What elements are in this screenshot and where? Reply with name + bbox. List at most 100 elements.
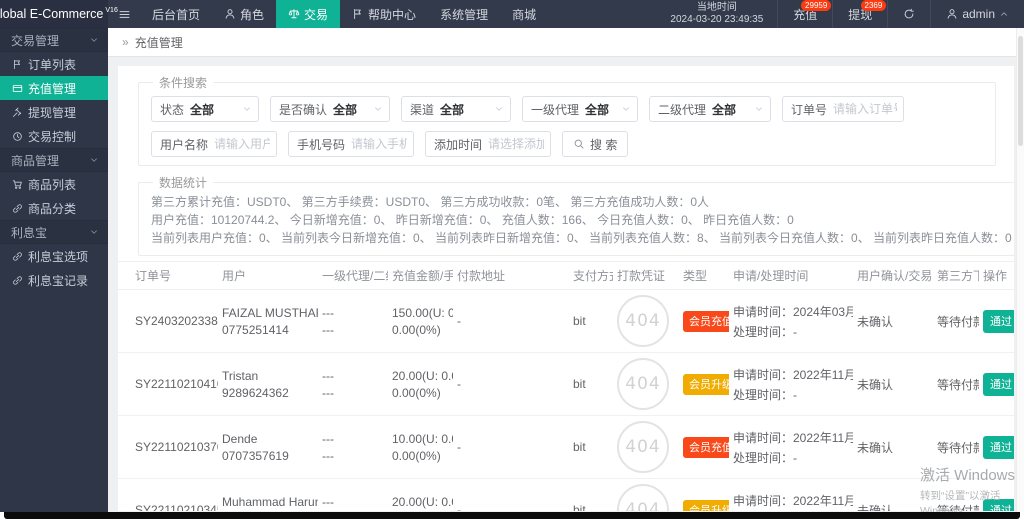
agent-level1: ---	[322, 495, 384, 509]
user-name: Muhammad Haruna haruna	[222, 495, 314, 509]
payment-proof-404-image[interactable]: 404	[617, 295, 669, 347]
username-input[interactable]	[214, 137, 276, 151]
filter-select-value: 全部	[190, 101, 238, 118]
recharge-amount: 10.00(U: 0.00)	[392, 432, 449, 446]
username-field[interactable]: 用户名称	[151, 131, 277, 157]
sidebar-group-label: 交易管理	[11, 32, 59, 49]
type-badge: 会员升级	[683, 374, 729, 395]
sidebar-group-header[interactable]: 交易管理	[0, 28, 108, 52]
apply-time: 申请时间：2022年11月02日 10:34:52	[733, 492, 849, 509]
filter-select[interactable]: 二级代理 全部	[649, 96, 771, 122]
approve-button[interactable]: 通过	[983, 499, 1014, 512]
search-button[interactable]: 搜 索	[562, 131, 628, 157]
column-header: 打款凭证	[613, 262, 679, 290]
flag-icon	[352, 8, 364, 20]
sidebar-group-header[interactable]: 利息宝	[0, 220, 108, 244]
withdraw-notify[interactable]: 提现 2369	[832, 0, 887, 28]
chevron-down-icon	[494, 104, 504, 114]
payment-proof-404-image[interactable]: 404	[617, 358, 669, 410]
agent-level1: ---	[322, 306, 384, 320]
recharge-notify[interactable]: 充值 29959	[777, 0, 832, 28]
stats-line-2: 用户充值：10120744.2、 今日新增充值：0、 昨日新增充值：0、 充值人…	[151, 211, 1012, 229]
sidebar-item[interactable]: 充值管理	[0, 76, 108, 100]
payment-address: -	[457, 503, 461, 511]
filter-select-label: 二级代理	[650, 101, 712, 118]
scrollbar[interactable]	[1016, 28, 1024, 512]
header-nav-item[interactable]: 交易	[276, 0, 340, 28]
filter-select[interactable]: 渠道 全部	[401, 96, 511, 122]
phone-field[interactable]: 手机号码	[288, 131, 414, 157]
add-time-field[interactable]: 添加时间	[425, 131, 551, 157]
filter-select[interactable]: 是否确认 全部	[270, 96, 390, 122]
flag-icon	[12, 59, 23, 70]
sidebar-item[interactable]: 利息宝记录	[0, 268, 108, 292]
filter-row-1: 状态 全部 是否确认 全部 渠道 全部 一级代理 全部 二级代理 全部 订单号	[151, 96, 983, 122]
admin-menu[interactable]: admin	[930, 0, 1024, 28]
stats-panel: 数据统计 第三方累计充值：USDT0、 第三方手续费：USDT0、 第三方成功收…	[138, 174, 1014, 256]
recharge-amount: 150.00(U: 0.00)	[392, 306, 449, 320]
nav-item-label: 系统管理	[440, 6, 488, 23]
sidebar-item-label: 交易控制	[28, 128, 76, 145]
order-no-field[interactable]: 订单号	[782, 96, 904, 122]
scrollbar-thumb[interactable]	[1018, 36, 1023, 146]
refresh-button[interactable]	[887, 0, 930, 28]
approve-button[interactable]: 通过	[983, 310, 1014, 333]
filter-select[interactable]: 状态 全部	[151, 96, 259, 122]
sidebar-item[interactable]: 商品分类	[0, 196, 108, 220]
user-confirm-status: 未确认	[857, 504, 893, 512]
agent-level1: ---	[322, 369, 384, 383]
header-nav-item[interactable]: 帮助中心	[340, 0, 428, 28]
search-icon	[573, 138, 585, 150]
header-nav-item[interactable]: 系统管理	[428, 0, 500, 28]
search-button-label: 搜 索	[590, 136, 617, 153]
phone-input[interactable]	[351, 137, 413, 151]
nav-item-label: 后台首页	[152, 6, 200, 23]
apply-time: 申请时间：2024年03月20日 23:38:55	[733, 303, 849, 320]
column-header: 用户确认/交易流水号	[853, 262, 933, 290]
user-confirm-status: 未确认	[857, 315, 893, 329]
header-nav-item[interactable]: 商城	[500, 0, 548, 28]
sidebar-item[interactable]: 商品列表	[0, 172, 108, 196]
phone-label: 手机号码	[289, 136, 351, 153]
column-header: 用户	[218, 262, 318, 290]
column-header: 付款地址	[453, 262, 569, 290]
filter-select[interactable]: 一级代理 全部	[522, 96, 638, 122]
sidebar-item[interactable]: 利息宝选项	[0, 244, 108, 268]
filter-select-label: 渠道	[402, 101, 440, 118]
collapse-sidebar-button[interactable]	[108, 0, 140, 28]
sidebar-item[interactable]: 提现管理	[0, 100, 108, 124]
chevron-down-icon	[89, 155, 99, 165]
header-nav-item[interactable]: 角色	[212, 0, 276, 28]
sidebar-item[interactable]: 订单列表	[0, 52, 108, 76]
recharge-amount: 20.00(U: 0.00)	[392, 369, 449, 383]
order-no-input[interactable]	[833, 102, 903, 116]
breadcrumb: » 充值管理	[108, 28, 1024, 57]
sidebar-item-label: 商品分类	[28, 200, 76, 217]
user-name: FAIZAL MUSTHAFA	[222, 306, 314, 320]
orders-table: 订单号用户一级代理/二级代理充值金额/手续费付款地址支付方式打款凭证类型申请/处…	[118, 261, 1014, 511]
third-party-status: 等待付款	[937, 504, 979, 512]
nav-item-label: 交易	[304, 6, 328, 23]
pay-method: bit	[573, 314, 586, 328]
cart-icon	[12, 179, 23, 190]
payment-proof-404-image[interactable]: 404	[617, 484, 669, 511]
header-nav-item[interactable]: 后台首页	[140, 0, 212, 28]
recharge-badge: 29959	[801, 0, 831, 11]
username-label: 用户名称	[152, 136, 214, 153]
third-party-status: 等待付款	[937, 315, 979, 329]
add-time-input[interactable]	[488, 137, 550, 151]
agent-level2: ---	[322, 323, 384, 337]
sidebar-item[interactable]: 交易控制	[0, 124, 108, 148]
approve-button[interactable]: 通过	[983, 436, 1014, 459]
order-no: SY2211021034528116	[135, 503, 218, 511]
filter-row-2: 用户名称 手机号码 添加时间 搜 索	[151, 131, 983, 157]
approve-button[interactable]: 通过	[983, 373, 1014, 396]
sidebar-group-header[interactable]: 商品管理	[0, 148, 108, 172]
user-confirm-status: 未确认	[857, 441, 893, 455]
link-icon	[12, 203, 23, 214]
fee: 0.00(0%)	[392, 323, 449, 337]
pay-method: bit	[573, 440, 586, 454]
gavel-icon	[12, 107, 23, 118]
app-logo: Global E-CommerceV16	[0, 0, 108, 28]
payment-proof-404-image[interactable]: 404	[617, 421, 669, 473]
